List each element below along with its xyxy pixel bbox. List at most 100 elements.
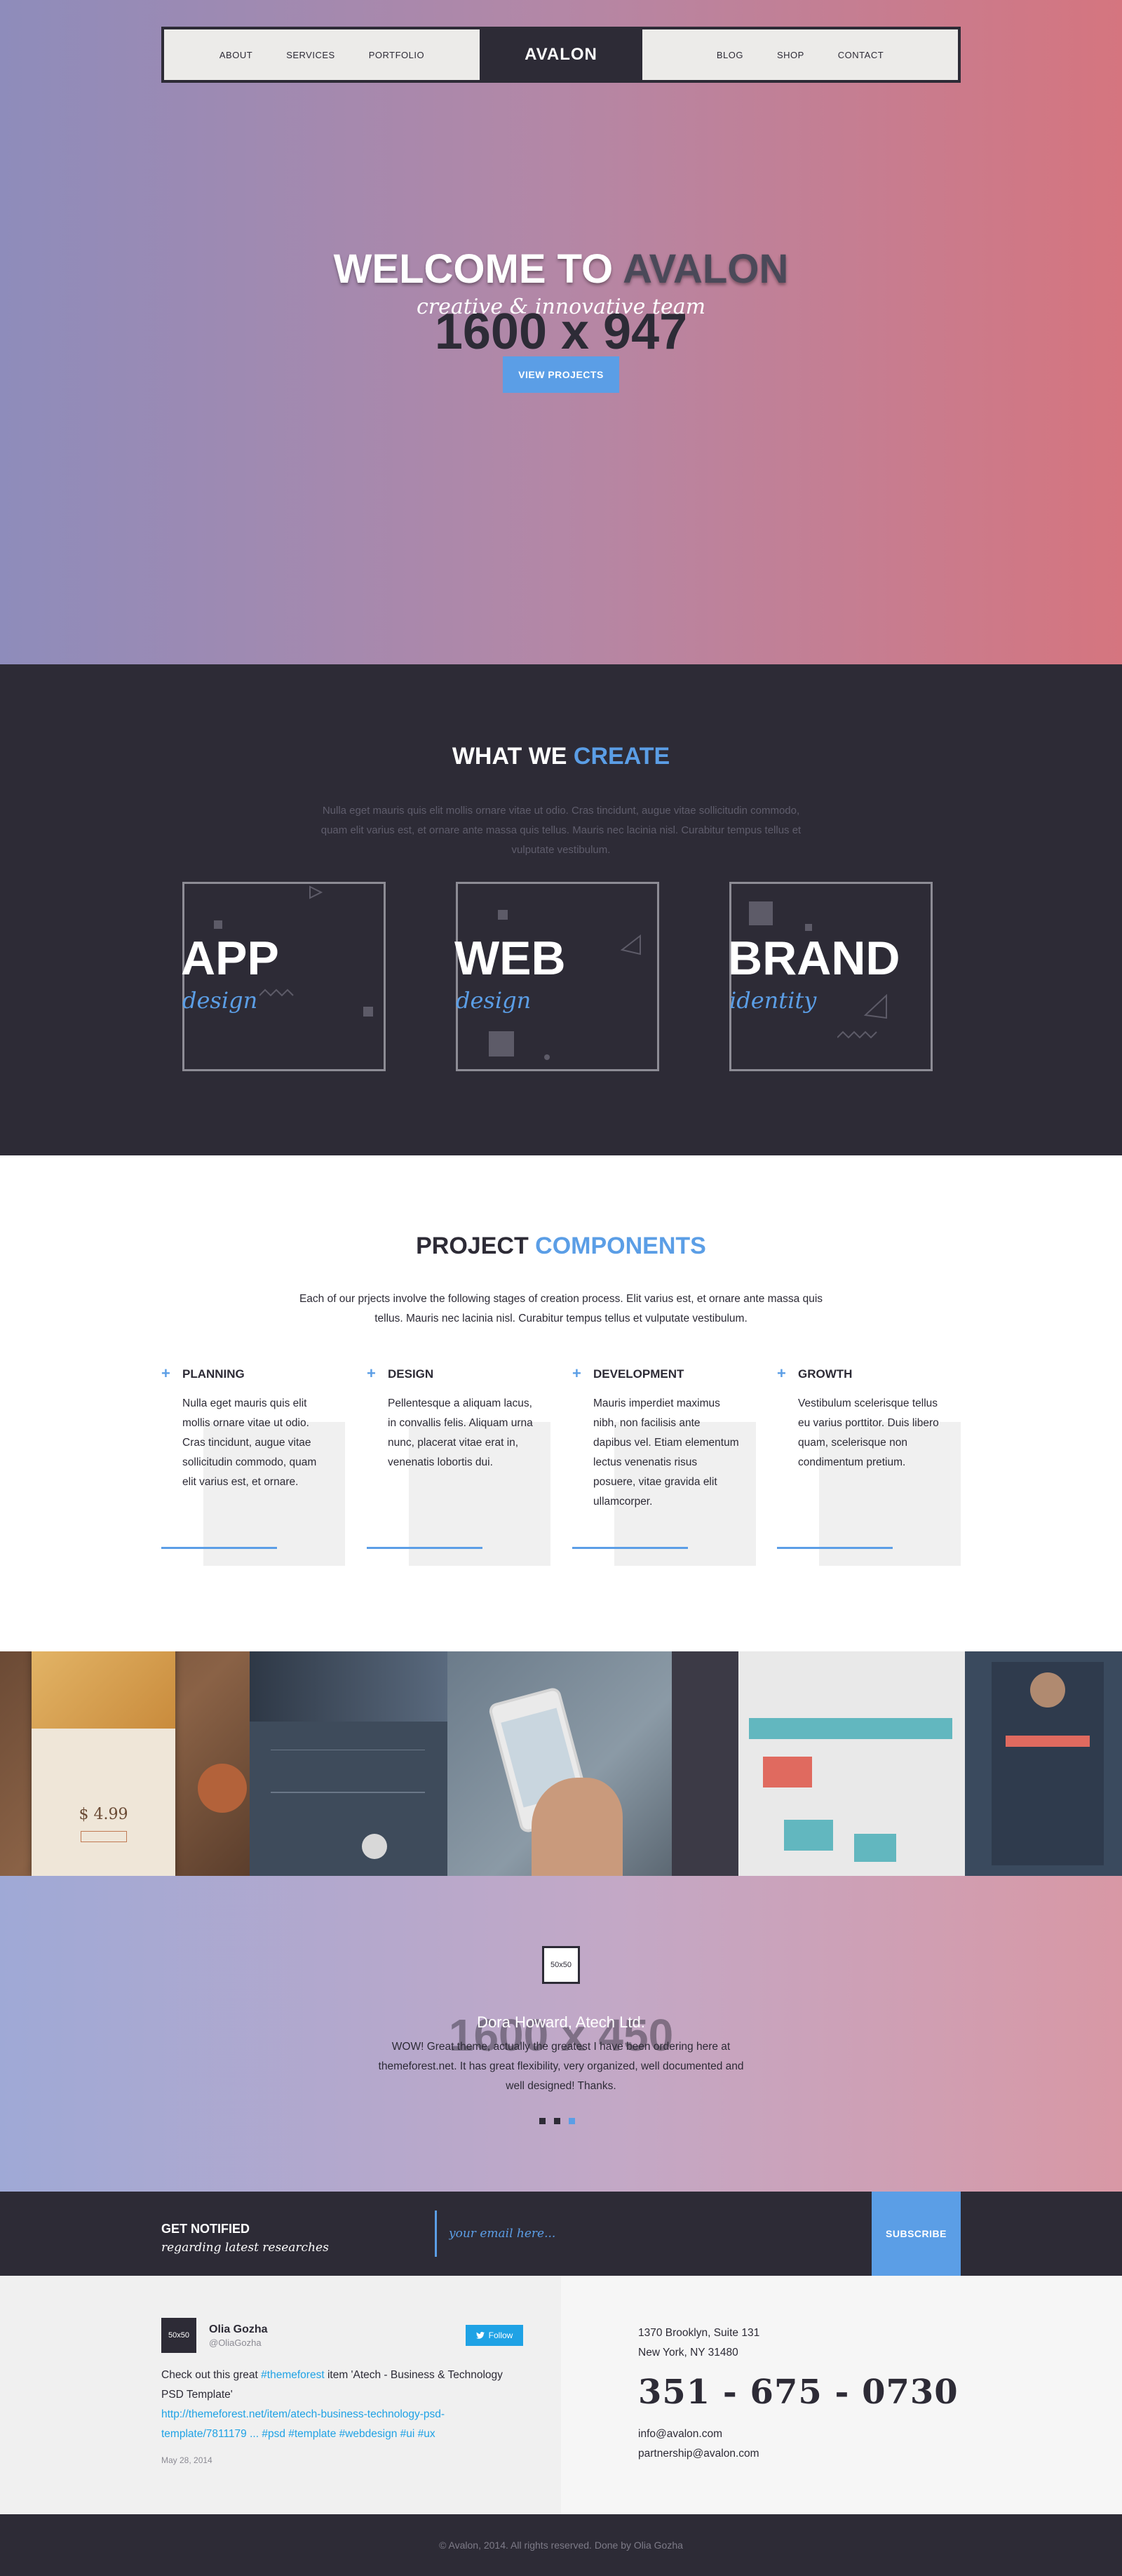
gallery-image-dashboard[interactable] [672,1651,965,1876]
plus-icon: + [161,1364,170,1382]
hero-subtitle: creative & innovative team [416,295,706,319]
column-text: Pellentesque a aliquam lacus, in convall… [388,1397,533,1468]
zigzag-decoration [837,1031,877,1039]
subscribe-subtitle: regarding latest researches [161,2241,329,2255]
site-clock-image [362,1834,387,1859]
brand-box-title: BRAND [728,932,900,985]
testimonial-author: Dora Howard, Atech Ltd. [477,2013,645,2031]
plus-icon: + [367,1364,376,1382]
twitter-handle[interactable]: @OliaGozha [209,2337,262,2348]
square-decoration [363,1007,373,1017]
carousel-dots [539,2118,575,2124]
column-underline [367,1547,482,1549]
nav-right-group: BLOG SHOP CONTACT [642,50,958,60]
hero-title-prefix: WELCOME TO [333,246,623,292]
column-title: DESIGN [388,1367,434,1381]
subscribe-button[interactable]: SUBSCRIBE [872,2192,961,2276]
column-title: DEVELOPMENT [593,1367,684,1381]
view-projects-button[interactable]: VIEW PROJECTS [503,356,619,393]
contact-phone[interactable]: 351 - 675 - 0730 [638,2373,959,2412]
testimonial-avatar: 50x50 [542,1946,580,1984]
gallery-image-profile-app[interactable] [965,1651,1122,1876]
triangle-decoration [864,994,887,1019]
gallery-image-phone-map[interactable] [447,1651,672,1876]
subscribe-section: GET NOTIFIED regarding latest researches… [0,2192,1122,2276]
nav-link-services[interactable]: SERVICES [286,50,335,60]
main-nav: ABOUT SERVICES PORTFOLIO AVALON BLOG SHO… [161,27,961,83]
profile-avatar [1030,1672,1065,1708]
carousel-dot-active[interactable] [569,2118,575,2124]
tweet-hashtag-link[interactable]: #themeforest [261,2369,324,2381]
column-underline [572,1547,688,1549]
carousel-dot[interactable] [554,2118,560,2124]
create-description: Nulla eget mauris quis elit mollis ornar… [320,805,802,856]
nav-link-blog[interactable]: BLOG [717,50,743,60]
brand-box-subtitle: identity [729,987,817,1014]
menu-card: $ 4.99 [32,1651,175,1876]
dashboard-card [854,1834,896,1862]
email-link[interactable]: info@avalon.com [638,2424,759,2444]
copyright-text: © Avalon, 2014. All rights reserved. Don… [439,2540,683,2551]
site-content-row [271,1750,425,1778]
dashboard-sidebar [672,1651,738,1876]
address-line: 1370 Brooklyn, Suite 131 [638,2327,760,2339]
pizza-photo [32,1651,175,1729]
column-text: Mauris imperdiet maximus nibh, non facil… [593,1397,739,1508]
nav-link-contact[interactable]: CONTACT [838,50,884,60]
column-underline [161,1547,277,1549]
column-text: Vestibulum scelerisque tellus eu varius … [798,1397,939,1468]
components-section: PROJECT COMPONENTS Each of our prjects i… [0,1155,1122,1651]
column-title: GROWTH [798,1367,853,1381]
component-design: + DESIGN Pellentesque a aliquam lacus, i… [367,1366,550,1576]
logo[interactable]: AVALON [480,29,642,80]
hand-photo [532,1778,623,1876]
gallery-image-pizza-menu[interactable]: $ 4.99 [0,1651,250,1876]
create-boxes: APP design WEB design BRAND identity [0,882,1122,1092]
column-underline [777,1547,893,1549]
portfolio-gallery: $ 4.99 [0,1651,1122,1876]
tweet-url-link[interactable]: http://themeforest.net/item/atech-busine… [161,2408,445,2440]
contact-info: 1370 Brooklyn, Suite 131 New York, NY 31… [561,2276,1122,2514]
twitter-name[interactable]: Olia Gozha [209,2323,268,2336]
square-decoration [214,920,222,929]
copyright-footer: © Avalon, 2014. All rights reserved. Don… [0,2514,1122,2576]
subscribe-divider [435,2211,437,2257]
triangle-decoration [621,934,641,955]
components-description: Each of our prjects involve the followin… [299,1293,823,1324]
apple-decoration [198,1764,247,1813]
twitter-widget: 50x50 Olia Gozha @OliaGozha Follow Check… [0,2276,561,2514]
gallery-image-business-site[interactable] [250,1651,447,1876]
twitter-follow-button[interactable]: Follow [466,2325,523,2346]
nav-left-group: ABOUT SERVICES PORTFOLIO [164,50,480,60]
components-title-prefix: PROJECT [416,1233,536,1259]
zigzag-decoration [259,988,294,997]
app-box-title: APP [181,932,279,985]
square-decoration [749,901,773,925]
testimonial-quote: WOW! Great theme, actually the greatest … [378,2041,744,2092]
address-line: New York, NY 31480 [638,2347,738,2359]
email-input[interactable] [449,2220,856,2248]
dot-decoration [544,1054,550,1060]
tweet-date: May 28, 2014 [161,2455,212,2465]
create-title: WHAT WE CREATE [0,664,1122,770]
subscribe-title: GET NOTIFIED [161,2222,250,2236]
dashboard-card [784,1820,833,1851]
contact-address: 1370 Brooklyn, Suite 131 New York, NY 31… [638,2323,759,2363]
nav-link-portfolio[interactable]: PORTFOLIO [369,50,424,60]
dashboard-card [763,1757,812,1787]
site-content-row [271,1792,425,1793]
email-link[interactable]: partnership@avalon.com [638,2444,759,2464]
nav-link-shop[interactable]: SHOP [777,50,804,60]
carousel-dot[interactable] [539,2118,546,2124]
hero-title-accent: AVALON [623,246,789,292]
component-growth: + GROWTH Vestibulum scelerisque tellus e… [777,1366,961,1576]
column-title: PLANNING [182,1367,245,1381]
testimonial-section: 50x50 1600 x 450 Dora Howard, Atech Ltd.… [0,1876,1122,2192]
nav-link-about[interactable]: ABOUT [219,50,252,60]
plus-icon: + [572,1364,581,1382]
component-planning: + PLANNING Nulla eget mauris quis elit m… [161,1366,345,1576]
profile-button [1006,1736,1090,1747]
tweet-text-part: Check out this great [161,2369,262,2381]
site-header-photo [250,1651,447,1722]
app-box-subtitle: design [182,987,258,1014]
